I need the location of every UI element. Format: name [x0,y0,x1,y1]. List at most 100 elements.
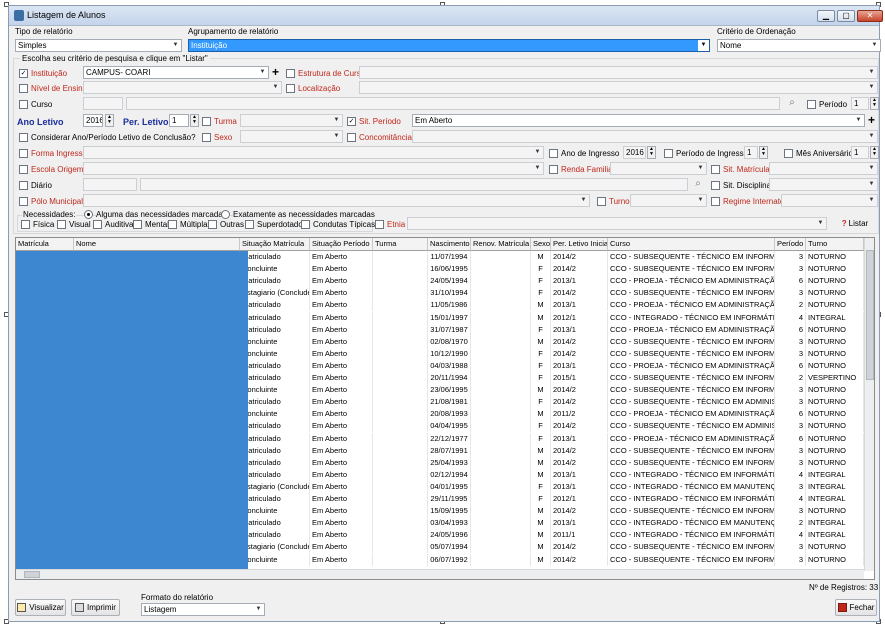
polo-select[interactable]: ▼ [83,194,590,207]
close-button[interactable]: ✕ [857,10,883,22]
results-table[interactable]: Matriculado Em Aberto 11/07/1994 M 2014/2 CCO… [15,237,875,580]
ano-letivo-spinner[interactable]: ▲ ▼ [105,114,114,127]
sexo-select[interactable]: ▼ [240,130,343,143]
add-sit-periodo-button[interactable]: + [868,114,875,126]
per-ingresso-spinner[interactable]: ▲ ▼ [759,146,768,159]
ano-ingresso-checkbox[interactable] [549,149,558,158]
nec-superdotado-checkbox[interactable] [245,220,254,229]
sit-matricula-checkbox[interactable] [711,165,720,174]
localizacao-select[interactable]: ▼ [359,81,878,94]
etnia-checkbox[interactable] [375,220,384,229]
column-header[interactable]: Nascimento [428,238,471,251]
nec-multipla-checkbox[interactable] [168,220,177,229]
concomitancia-select[interactable]: ▼ [412,130,878,143]
column-header[interactable]: Per. Letivo Inicial [551,238,608,251]
horizontal-scrollbar[interactable] [16,569,864,579]
sexo-checkbox[interactable] [202,133,211,142]
sit-matricula-select[interactable]: ▼ [769,162,878,175]
turma-select[interactable]: ▼ [240,114,343,127]
per-ingresso-field[interactable]: 1 [744,146,758,159]
sit-periodo-select[interactable]: Em Aberto ▼ [412,114,865,127]
renda-select[interactable]: ▼ [610,162,707,175]
sit-periodo-checkbox[interactable]: ✓ [347,117,356,126]
forma-ingresso-select[interactable]: ▼ [83,146,544,159]
periodo-checkbox[interactable] [807,100,816,109]
nivel-select[interactable]: ▼ [83,81,282,94]
nec-condutas-checkbox[interactable] [301,220,310,229]
curso-checkbox[interactable] [19,100,28,109]
mes-aniv-checkbox[interactable] [784,149,793,158]
instituicao-select[interactable]: CAMPUS- COARI ▼ [83,66,269,79]
escola-origem-select[interactable]: ▼ [83,162,544,175]
nec-mental-checkbox[interactable] [133,220,142,229]
diario-code-field[interactable] [83,178,137,191]
nivel-checkbox[interactable] [19,84,28,93]
necessidades-alguma-radio[interactable] [84,210,93,219]
turma-checkbox[interactable] [202,117,211,126]
scroll-thumb[interactable] [24,571,40,578]
ano-ingresso-field[interactable]: 2016 [623,146,646,159]
column-header[interactable]: Curso [608,238,775,251]
ano-ingresso-spinner[interactable]: ▲ ▼ [647,146,656,159]
mes-aniv-field[interactable]: 1 [851,146,869,159]
mes-aniv-spinner[interactable]: ▲ ▼ [870,146,879,159]
turno-select[interactable]: ▼ [630,194,707,207]
tipo-select[interactable]: Simples ▼ [15,39,182,52]
escola-origem-checkbox[interactable] [19,165,28,174]
add-instituicao-button[interactable]: + [272,66,279,78]
binoculars-icon[interactable]: ⌕ [785,97,799,109]
column-header[interactable]: Período [775,238,806,251]
column-header[interactable]: Nome [74,238,240,251]
agrup-select[interactable]: Instituição ▼ [188,39,710,52]
per-letivo-spinner[interactable]: ▲ ▼ [190,114,199,127]
vertical-scrollbar[interactable] [864,238,874,571]
estrutura-checkbox[interactable] [286,69,295,78]
maximize-button[interactable]: ▢ [837,10,855,22]
scroll-thumb[interactable] [866,250,874,380]
nec-visual-checkbox[interactable] [57,220,66,229]
binoculars-icon[interactable]: ⌕ [691,178,705,190]
curso-code-field[interactable] [83,97,123,110]
forma-ingresso-checkbox[interactable] [19,149,28,158]
column-header[interactable]: Matrícula [16,238,74,251]
table-cell-empty [471,335,531,348]
necessidades-exatamente-radio[interactable] [221,210,230,219]
imprimir-button[interactable]: Imprimir [71,599,120,616]
ano-letivo-field[interactable]: 2016 [83,114,103,127]
nec-fisica-checkbox[interactable] [21,220,30,229]
per-letivo-field[interactable]: 1 [169,114,189,127]
column-header[interactable]: Situação Matrícula [240,238,310,251]
concomitancia-checkbox[interactable] [347,133,356,142]
nec-outras-checkbox[interactable] [208,220,217,229]
diario-name-field[interactable] [140,178,688,191]
regime-select[interactable]: ▼ [781,194,878,207]
per-ingresso-checkbox[interactable] [664,149,673,158]
etnia-select[interactable]: ▼ [407,217,827,230]
listar-button[interactable]: ? Listar [835,216,875,233]
considerar-checkbox[interactable] [19,133,28,142]
periodo-spinner[interactable]: ▲ ▼ [870,97,879,110]
sit-disciplina-checkbox[interactable] [711,181,720,190]
minimize-button[interactable]: ▁ [817,10,835,22]
column-header[interactable]: Renov. Matrícula [471,238,531,251]
renda-checkbox[interactable] [549,165,558,174]
fechar-button[interactable]: Fechar [835,599,877,616]
polo-checkbox[interactable] [19,197,28,206]
estrutura-select[interactable]: ▼ [359,66,878,79]
localizacao-checkbox[interactable] [286,84,295,93]
column-header[interactable]: Turno [806,238,864,251]
periodo-field[interactable]: 1 [851,97,869,110]
instituicao-checkbox[interactable]: ✓ [19,69,28,78]
column-header[interactable]: Sexo [531,238,551,251]
nec-auditiva-checkbox[interactable] [93,220,102,229]
column-header[interactable]: Situação Período [310,238,373,251]
visualizar-button[interactable]: Visualizar [15,599,66,616]
diario-checkbox[interactable] [19,181,28,190]
turno-checkbox[interactable] [597,197,606,206]
sit-disciplina-select[interactable]: ▼ [769,178,878,191]
criterio-select[interactable]: Nome ▼ [717,39,881,52]
column-header[interactable]: Turma [373,238,428,251]
regime-checkbox[interactable] [711,197,720,206]
curso-name-field[interactable] [126,97,780,110]
formato-select[interactable]: Listagem ▼ [141,603,265,616]
